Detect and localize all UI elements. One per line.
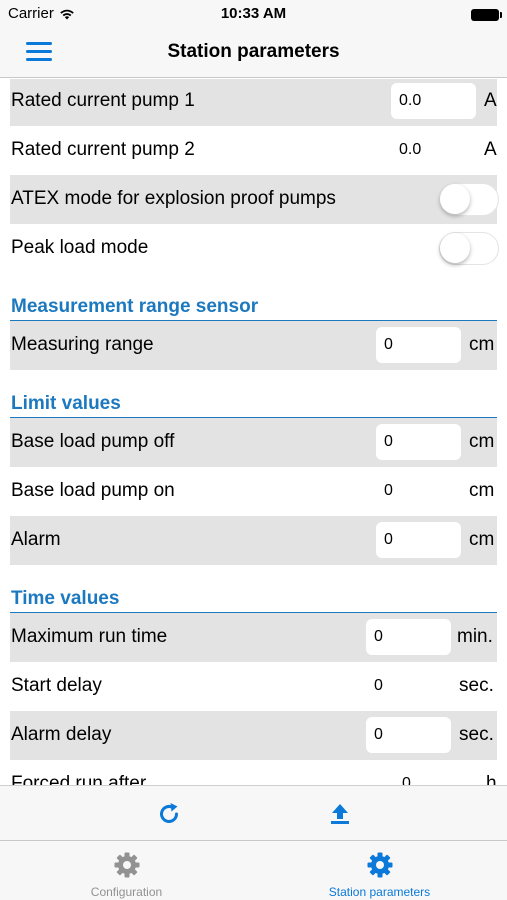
start-delay-input[interactable]: [366, 668, 451, 704]
row-maximum-run-time: Maximum run time min.: [10, 613, 497, 662]
row-rated-current-pump-2: Rated current pump 2 A: [10, 126, 497, 175]
row-peak-load-mode: Peak load mode: [10, 224, 499, 273]
unit-label: h: [486, 773, 497, 785]
status-time: 10:33 AM: [220, 5, 287, 22]
status-bar: Carrier 10:33 AM: [0, 0, 507, 28]
unit-label: cm: [469, 480, 495, 501]
row-rated-current-pump-1: Rated current pump 1 A: [10, 79, 497, 126]
section-header-time: Time values: [10, 584, 497, 613]
settings-list[interactable]: Rated current pump 1 A Rated current pum…: [0, 79, 507, 785]
row-start-delay: Start delay sec.: [10, 662, 497, 711]
row-label: Start delay: [11, 675, 102, 696]
unit-label: A: [484, 139, 497, 160]
measuring-range-input[interactable]: [376, 327, 461, 363]
refresh-button[interactable]: [155, 800, 183, 828]
action-bar: [0, 785, 507, 840]
row-label: Measuring range: [11, 334, 154, 355]
rated-current-pump-2-input[interactable]: [391, 132, 476, 168]
unit-label: sec.: [459, 675, 494, 696]
upload-icon: [331, 804, 349, 824]
section-header-measurement: Measurement range sensor: [10, 292, 497, 321]
unit-label: cm: [469, 431, 495, 452]
tab-bar: Configuration Station parameters: [0, 840, 507, 900]
base-load-pump-on-input[interactable]: [376, 473, 461, 509]
section-title: Time values: [11, 588, 120, 609]
toggle-knob: [440, 233, 470, 263]
forced-run-after-input[interactable]: [394, 766, 479, 785]
row-label: Alarm delay: [11, 724, 112, 745]
row-base-load-pump-on: Base load pump on cm: [10, 467, 497, 516]
unit-label: cm: [469, 529, 495, 550]
section-title: Limit values: [11, 393, 121, 414]
atex-mode-toggle[interactable]: [439, 183, 499, 216]
row-forced-run-after: Forced run after h: [10, 760, 497, 785]
row-label: Alarm: [11, 529, 61, 550]
unit-label: cm: [469, 334, 495, 355]
row-base-load-pump-off: Base load pump off cm: [10, 418, 497, 467]
unit-label: min.: [457, 626, 493, 647]
section-header-limits: Limit values: [10, 389, 497, 418]
toggle-knob: [440, 184, 470, 214]
row-label: ATEX mode for explosion proof pumps: [11, 188, 336, 209]
row-label: Rated current pump 2: [11, 139, 195, 160]
maximum-run-time-input[interactable]: [366, 619, 451, 655]
row-measuring-range: Measuring range cm: [10, 321, 497, 370]
unit-label: A: [484, 90, 497, 111]
row-label: Base load pump off: [11, 431, 175, 452]
row-label: Rated current pump 1: [11, 90, 195, 111]
alarm-input[interactable]: [376, 522, 461, 558]
row-label: Peak load mode: [11, 237, 149, 258]
row-atex-mode: ATEX mode for explosion proof pumps: [10, 175, 499, 224]
gear-icon: [367, 852, 393, 878]
tab-label: Station parameters: [328, 885, 431, 899]
unit-label: sec.: [459, 724, 494, 745]
nav-bar: Station parameters: [0, 28, 507, 78]
alarm-delay-input[interactable]: [366, 717, 451, 753]
tab-station-parameters[interactable]: Station parameters: [253, 841, 506, 900]
base-load-pump-off-input[interactable]: [376, 424, 461, 460]
upload-button[interactable]: [326, 800, 354, 828]
page-title: Station parameters: [167, 41, 340, 62]
row-label: Base load pump on: [11, 480, 175, 501]
row-label: Forced run after: [11, 773, 147, 785]
refresh-icon: [160, 803, 178, 823]
tab-label: Configuration: [90, 885, 163, 899]
gear-icon: [114, 852, 140, 878]
row-label: Maximum run time: [11, 626, 168, 647]
peak-load-mode-toggle[interactable]: [439, 232, 499, 265]
battery-icon: [471, 9, 502, 21]
row-alarm: Alarm cm: [10, 516, 497, 565]
section-title: Measurement range sensor: [11, 296, 259, 317]
tab-configuration[interactable]: Configuration: [0, 841, 253, 900]
rated-current-pump-1-input[interactable]: [391, 83, 476, 119]
row-alarm-delay: Alarm delay sec.: [10, 711, 497, 760]
